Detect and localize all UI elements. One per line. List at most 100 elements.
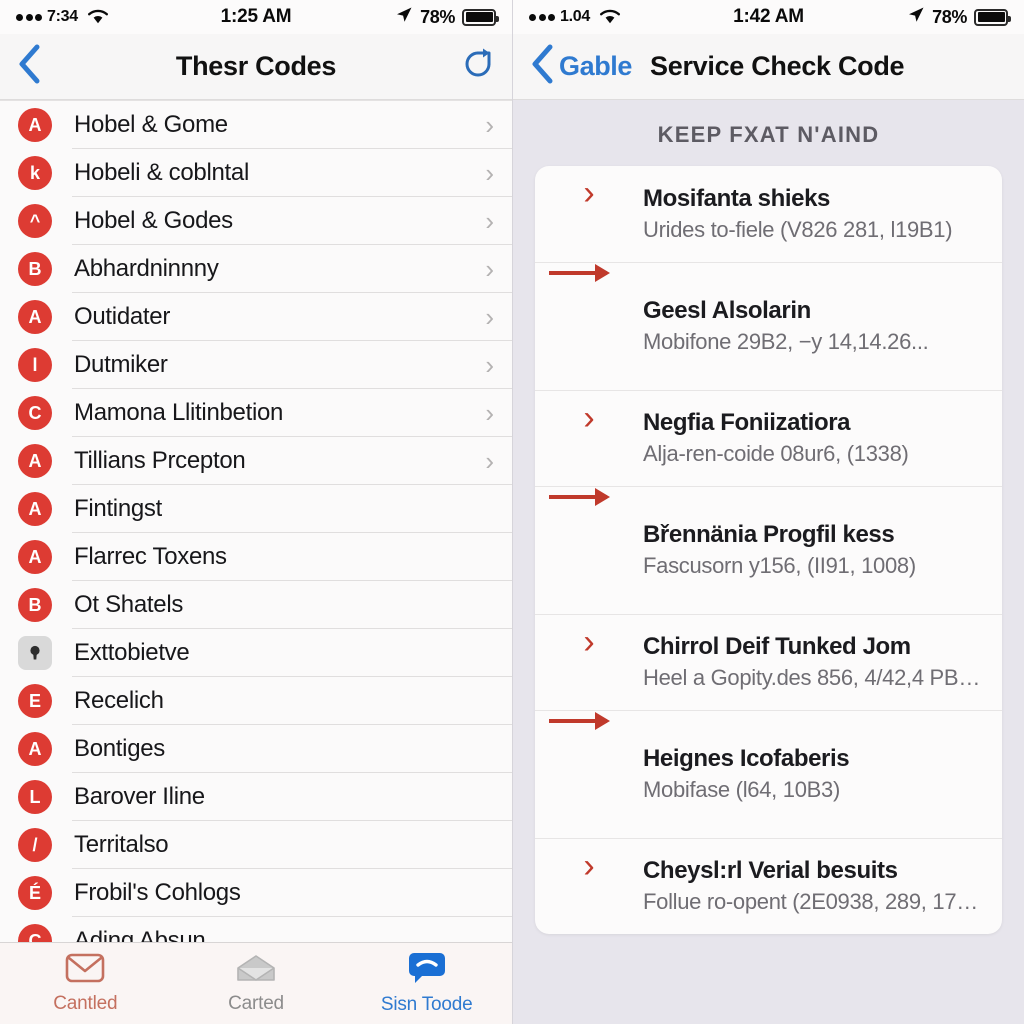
list-item[interactable]: › Chirrol Deif Tunked Jom Heel a Gopity.… — [535, 614, 1002, 710]
list-item[interactable]: l Dutmiker › — [0, 341, 512, 389]
list-item-text: Negfia Foniizatiora Alja-ren-coide 08ur6… — [643, 408, 986, 469]
chevron-marker: › — [535, 176, 643, 210]
list-item-subtitle: Mobifone 29B2, −y 14,14.26... — [643, 329, 929, 355]
list-item[interactable]: A Fintingst — [0, 485, 512, 533]
avatar: A — [18, 540, 52, 574]
avatar: A — [18, 492, 52, 526]
arrow-right-icon — [549, 488, 610, 506]
chevron-marker: › — [535, 401, 643, 435]
chevron-marker: › — [535, 849, 643, 883]
section-header: KEEP FXAT N'AIND — [657, 122, 880, 147]
list-item-text: Cheysl:rl Verial besuits Follue ro-opent… — [643, 856, 986, 917]
list-item[interactable]: Exttobietve — [0, 629, 512, 677]
list-item[interactable]: Heignes Icofaberis Mobifase (l64, 10B3) — [535, 710, 1002, 838]
chevron-right-icon: › — [485, 446, 494, 476]
results-card: › Mosifanta shieks Urides to-fiele (V826… — [535, 166, 1002, 934]
right-phone-panel: 1.04 1:42 AM 78% Gable Service Check Cod… — [512, 0, 1024, 1024]
page-title: Service Check Code — [650, 51, 905, 81]
list-item[interactable]: A Flarrec Toxens — [0, 533, 512, 581]
list-item-label: Bontiges — [74, 735, 165, 762]
left-phone-panel: 7:34 1:25 AM 78% Thesr Codes A Hobel & G… — [0, 0, 512, 1024]
avatar: C — [18, 396, 52, 430]
avatar: E — [18, 684, 52, 718]
battery-percent-label: 78% — [932, 6, 967, 27]
chevron-right-icon: › — [485, 350, 494, 380]
list-item-subtitle: Follue ro-opent (2E0938, 289, 1753)... — [643, 889, 986, 915]
back-label: Gable — [559, 51, 633, 81]
avatar: k — [18, 156, 52, 190]
list-item[interactable]: A Hobel & Gome › — [0, 101, 512, 149]
list-item-label: Hobel & Godes — [74, 207, 233, 234]
list-item-label: Exttobietve — [74, 639, 190, 666]
avatar: A — [18, 444, 52, 478]
list-item[interactable]: C Ading Absun — [0, 917, 512, 942]
signal-dots-icon — [16, 13, 42, 21]
list-item[interactable]: É Frobil's Cohlogs — [0, 869, 512, 917]
list-item-label: Hobel & Gome — [74, 111, 228, 138]
list-item-title: Cheysl:rl Verial besuits — [643, 857, 898, 885]
list-item-title: Břennänia Progfil kess — [643, 521, 895, 549]
battery-icon — [462, 8, 499, 26]
chevron-right-icon: › — [583, 623, 595, 661]
list-item-subtitle: Mobifase (l64, 10B3) — [643, 777, 840, 803]
tab-carted[interactable]: Carted — [171, 952, 342, 1015]
wifi-icon — [87, 9, 109, 25]
list-item[interactable]: A Bontiges — [0, 725, 512, 773]
list-item-label: Flarrec Toxens — [74, 543, 227, 570]
list-item-label: Fintingst — [74, 495, 163, 522]
list-item[interactable]: › Cheysl:rl Verial besuits Follue ro-ope… — [535, 838, 1002, 934]
list-item-title: Mosifanta shieks — [643, 184, 830, 212]
chevron-left-icon — [16, 43, 42, 90]
status-bar-left: 7:34 — [16, 8, 109, 26]
list-item[interactable]: ^ Hobel & Godes › — [0, 197, 512, 245]
location-arrow-icon — [907, 6, 925, 29]
list-item-subtitle: Urides to-fiele (V826 281, l19B1) — [643, 216, 953, 242]
list-item-text: Chirrol Deif Tunked Jom Heel a Gopity.de… — [643, 632, 986, 693]
list-item[interactable]: Břennänia Progfil kess Fascusorn y156, (… — [535, 486, 1002, 614]
right-status-bar: 1.04 1:42 AM 78% — [513, 0, 1024, 34]
list-item-title: Chirrol Deif Tunked Jom — [643, 633, 911, 661]
list-item-text: Geesl Alsolarin Mobifone 29B2, −y 14,14.… — [643, 296, 986, 357]
list-item[interactable]: A Outidater › — [0, 293, 512, 341]
chevron-right-icon: › — [485, 302, 494, 332]
list-item[interactable]: B Ot Shatels — [0, 581, 512, 629]
list-item[interactable]: E Recelich — [0, 677, 512, 725]
chevron-right-icon: › — [583, 399, 595, 437]
chevron-marker: › — [535, 625, 643, 659]
list-item[interactable]: k Hobeli & coblntal › — [0, 149, 512, 197]
list-item[interactable]: C Mamona Llitinbetion › — [0, 389, 512, 437]
arrow-right-icon — [549, 264, 610, 282]
list-item-label: Tillians Prcepton — [74, 447, 246, 474]
tab-sisn-toode[interactable]: Sisn Toode — [341, 951, 512, 1016]
right-nav-bar: Gable Service Check Code — [513, 34, 1024, 100]
chevron-right-icon: › — [485, 158, 494, 188]
list-item-label: Abhardninnny — [74, 255, 219, 282]
list-item[interactable]: L Barover Iline — [0, 773, 512, 821]
back-button[interactable] — [16, 43, 42, 90]
mail-closed-icon — [236, 952, 276, 989]
tab-label: Carted — [228, 993, 284, 1014]
location-arrow-icon — [395, 6, 413, 29]
chevron-right-icon: › — [583, 847, 595, 885]
list-item[interactable]: Geesl Alsolarin Mobifone 29B2, −y 14,14.… — [535, 262, 1002, 390]
chat-bubble-icon — [407, 951, 447, 990]
refresh-button[interactable] — [460, 46, 496, 87]
list-item-label: Dutmiker — [74, 351, 168, 378]
list-item[interactable]: › Negfia Foniizatiora Alja-ren-coide 08u… — [535, 390, 1002, 486]
list-item-label: Frobil's Cohlogs — [74, 879, 241, 906]
list-item[interactable]: › Mosifanta shieks Urides to-fiele (V826… — [535, 166, 1002, 262]
list-item-subtitle: Heel a Gopity.des 856, 4/42,4 PBB... — [643, 665, 986, 691]
avatar: C — [18, 924, 52, 942]
back-button[interactable]: Gable — [529, 43, 632, 90]
tab-cantled[interactable]: Cantled — [0, 952, 171, 1015]
list-item[interactable]: B Abhardninnny › — [0, 245, 512, 293]
mail-open-icon — [65, 952, 105, 989]
codes-list[interactable]: A Hobel & Gome › k Hobeli & coblntal › ^… — [0, 100, 512, 942]
status-bar-left: 1.04 — [529, 8, 621, 26]
list-item[interactable]: A Tillians Prcepton › — [0, 437, 512, 485]
list-item[interactable]: / Territalso — [0, 821, 512, 869]
avatar: ^ — [18, 204, 52, 238]
battery-percent-label: 78% — [420, 6, 455, 27]
avatar: B — [18, 588, 52, 622]
battery-icon — [974, 8, 1011, 26]
